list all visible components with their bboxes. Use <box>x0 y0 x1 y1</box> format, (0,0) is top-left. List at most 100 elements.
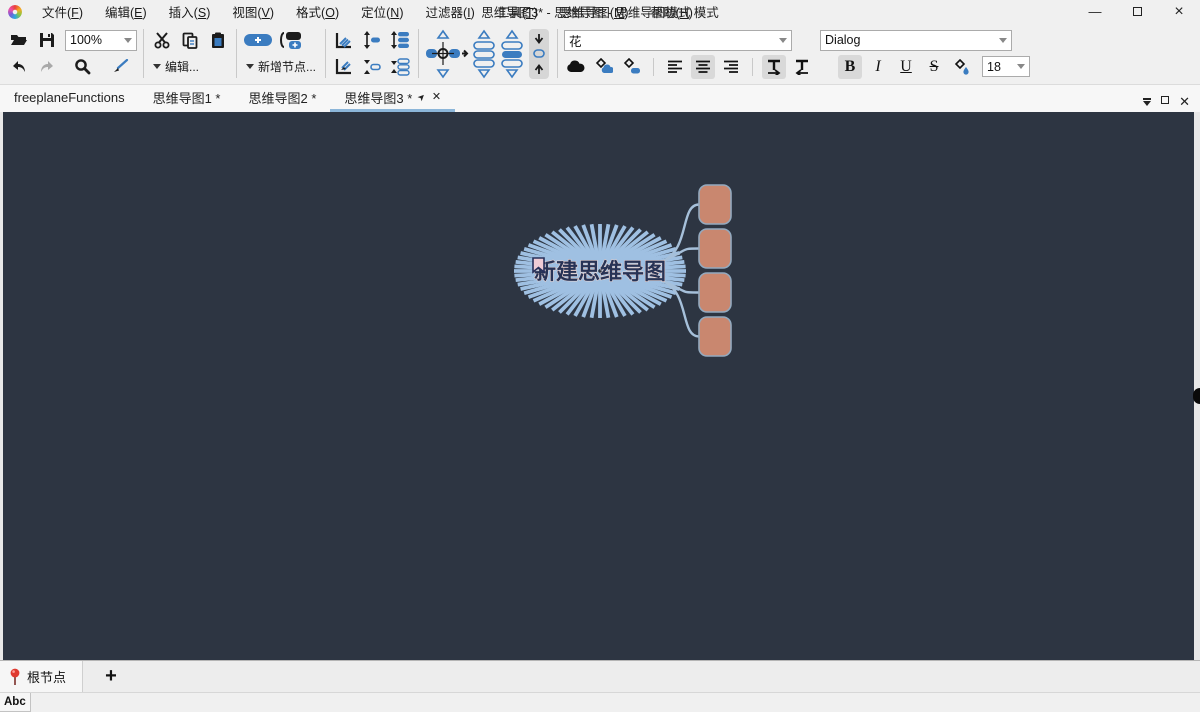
strikethrough-button[interactable]: S <box>922 55 946 79</box>
right-scroll-strip[interactable] <box>1194 112 1200 660</box>
map-tab[interactable]: 思维导图1 * <box>139 85 235 112</box>
zoom-combobox[interactable]: 100% <box>65 30 137 51</box>
italic-button[interactable]: I <box>866 55 890 79</box>
mapview-minimize-icon[interactable] <box>1143 98 1151 106</box>
child-node[interactable] <box>699 229 731 268</box>
layout-outline-button[interactable] <box>471 28 497 80</box>
decrease-children-gap-button[interactable] <box>388 55 412 79</box>
add-node-dropdown[interactable]: 新增节点... <box>243 58 319 75</box>
statusbar: Abc <box>0 692 1200 712</box>
font-size-combobox[interactable]: 18 <box>982 56 1030 77</box>
font-combobox[interactable]: Dialog <box>820 30 1012 51</box>
cut-button[interactable] <box>150 28 174 52</box>
mapview-maximize-icon[interactable] <box>1161 96 1169 104</box>
copy-button[interactable] <box>178 28 202 52</box>
map-canvas[interactable]: 新建思维导图 <box>0 112 1200 660</box>
child-node[interactable] <box>699 317 731 356</box>
layout-filled-button[interactable] <box>499 28 525 80</box>
child-node[interactable] <box>699 185 731 224</box>
underline-button[interactable]: U <box>894 55 918 79</box>
align-center-button[interactable] <box>691 55 715 79</box>
italic-label: I <box>875 58 880 76</box>
node-background-color-icon <box>623 58 641 75</box>
align-right-button[interactable] <box>719 55 743 79</box>
menu-item[interactable]: 视图(V) <box>221 0 285 24</box>
align-right-icon <box>723 60 739 74</box>
menu-item[interactable]: 编辑(E) <box>94 0 158 24</box>
menubar: 文件(F)编辑(E)插入(S)视图(V)格式(O)定位(N)过滤器(I)工具(T… <box>31 0 704 24</box>
menu-item[interactable]: 工具(T) <box>486 0 549 24</box>
map-tab-label: freeplaneFunctions <box>14 90 125 105</box>
font-color-button[interactable] <box>950 55 974 79</box>
cloud-color-button[interactable] <box>592 55 616 79</box>
map-tab[interactable]: 思维导图3 *➤✕ <box>330 85 455 112</box>
decrease-node-gap-button[interactable] <box>360 55 384 79</box>
text-rtl-icon <box>793 59 811 75</box>
text-ltr-icon <box>765 59 783 75</box>
child-nodes <box>699 185 731 356</box>
detach-tab-icon[interactable]: ➤ <box>416 92 428 104</box>
panel-collapse-handle[interactable] <box>1193 388 1200 404</box>
cloud-color-icon <box>595 58 613 75</box>
pen-icon <box>112 59 129 74</box>
layout-selected-node-button[interactable] <box>425 28 469 80</box>
node-background-color-button[interactable] <box>620 55 644 79</box>
text-direction-rtl-button[interactable] <box>790 55 814 79</box>
cloud-icon <box>566 60 586 74</box>
map-tab[interactable]: freeplaneFunctions <box>0 85 139 112</box>
increase-gap-icon <box>363 31 381 49</box>
edit-pen-button[interactable] <box>108 55 132 79</box>
close-tab-icon[interactable]: ✕ <box>432 92 441 103</box>
increase-branch-spacing-button[interactable] <box>332 28 356 52</box>
style-group: 花 <box>561 25 817 82</box>
child-node[interactable] <box>699 273 731 312</box>
menu-item[interactable]: 格式(O) <box>285 0 350 24</box>
add-node-dropdown-label: 新增节点... <box>258 58 316 75</box>
save-button[interactable] <box>35 28 59 52</box>
close-button[interactable]: × <box>1158 0 1200 23</box>
compact-layout-toggle[interactable] <box>529 29 549 79</box>
style-combobox[interactable]: 花 <box>564 30 792 51</box>
map-tab-label: 思维导图1 * <box>153 88 221 107</box>
map-tab[interactable]: 思维导图2 * <box>234 85 330 112</box>
align-left-button[interactable] <box>663 55 687 79</box>
root-node-label[interactable]: 新建思维导图 <box>534 259 666 285</box>
decrease-branch-spacing-button[interactable] <box>332 55 356 79</box>
maximize-button[interactable] <box>1116 0 1158 23</box>
mapview-controls: ✕ <box>1143 95 1200 112</box>
file-group <box>4 25 62 82</box>
edit-dropdown[interactable]: 编辑... <box>150 58 202 75</box>
root-node-tab[interactable]: 根节点 <box>0 661 83 692</box>
menu-item[interactable]: 定位(N) <box>350 0 414 24</box>
spacing-group <box>329 25 415 82</box>
menu-item[interactable]: 过滤器(I) <box>415 0 486 24</box>
open-button[interactable] <box>7 28 31 52</box>
mapview-close-icon[interactable]: ✕ <box>1179 95 1190 108</box>
add-node-tab-button[interactable]: + <box>83 661 139 692</box>
increase-children-gap-button[interactable] <box>388 28 412 52</box>
combo-arrow-icon <box>779 38 787 43</box>
menu-item[interactable]: 帮助(H) <box>640 0 704 24</box>
decrease-branch-icon <box>335 58 354 75</box>
new-child-node-button[interactable] <box>277 28 303 52</box>
bold-label: B <box>845 58 856 76</box>
minimize-button[interactable]: — <box>1074 0 1116 23</box>
cloud-button[interactable] <box>564 55 588 79</box>
bold-button[interactable]: B <box>838 55 862 79</box>
new-child-node-icon <box>277 31 303 49</box>
dropdown-caret-icon <box>153 64 161 69</box>
toolbar-separator <box>653 58 654 76</box>
increase-node-gap-button[interactable] <box>360 28 384 52</box>
root-tab-label: 根节点 <box>27 667 66 686</box>
undo-button[interactable] <box>7 55 31 79</box>
decrease-gap-icon <box>363 58 381 76</box>
menu-item[interactable]: 插入(S) <box>158 0 222 24</box>
new-node-button[interactable] <box>243 28 273 52</box>
layout-target-icon <box>425 29 469 79</box>
search-button[interactable] <box>70 55 94 79</box>
menu-item[interactable]: 文件(F) <box>31 0 94 24</box>
menu-item[interactable]: 思维导图(M) <box>549 0 640 24</box>
text-direction-ltr-button[interactable] <box>762 55 786 79</box>
redo-button[interactable] <box>35 55 59 79</box>
paste-button[interactable] <box>206 28 230 52</box>
